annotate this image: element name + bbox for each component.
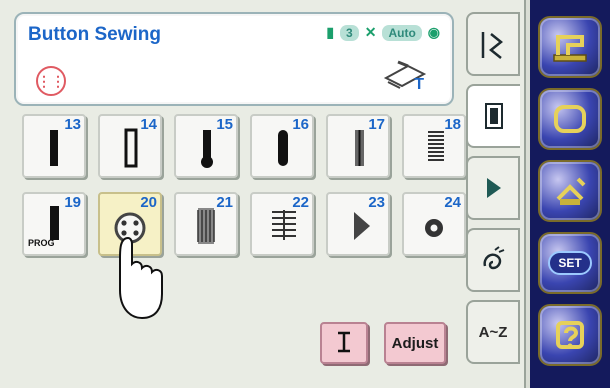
help-button[interactable]	[538, 304, 602, 366]
needle-position-button[interactable]	[320, 322, 368, 364]
status-pill-text: 3	[346, 25, 353, 40]
adjust-button[interactable]: Adjust	[384, 322, 446, 364]
presser-foot-icon: T	[378, 52, 434, 96]
foot-letter: T	[414, 76, 424, 93]
stitch-button-19[interactable]: 19 PROG	[22, 192, 86, 256]
needle-icon	[338, 331, 350, 353]
prog-label: PROG	[28, 238, 55, 248]
presser-foot-svg	[383, 60, 427, 89]
bartack-icon	[428, 131, 444, 161]
tension-x-icon: ✕	[364, 24, 377, 40]
stitch-button-13[interactable]: 13	[22, 114, 86, 178]
bobbin-icon: ◉	[427, 24, 440, 40]
help-icon	[556, 321, 584, 349]
stitch-button-21[interactable]: 21	[174, 192, 238, 256]
set-label: SET	[548, 251, 592, 275]
decorative-stitch-icon	[487, 178, 501, 198]
status-row: ▮ 3 ✕ Auto ◉	[326, 24, 440, 41]
eyelet-icon	[425, 219, 443, 237]
stitch-button-14[interactable]: 14	[98, 114, 162, 178]
buttonhole-icon	[124, 128, 138, 168]
tab-character[interactable]	[466, 228, 520, 292]
rounded-buttonhole-icon	[278, 130, 288, 166]
character-stitch-icon	[483, 246, 505, 270]
darning-stitch-icon	[197, 208, 215, 244]
auto-pill-text: Auto	[388, 25, 416, 40]
sewing-mode-button[interactable]	[538, 16, 602, 78]
fagoting-stitch-icon	[272, 210, 296, 240]
embroidery-edit-button[interactable]	[538, 160, 602, 222]
stitch-button-24[interactable]: 24	[402, 192, 466, 256]
auto-pill: Auto	[382, 24, 422, 41]
button-sewing-indicator-icon: ⋮⋮	[36, 66, 66, 96]
embroidery-edit-icon	[556, 177, 586, 205]
keyhole-buttonhole-icon	[201, 130, 213, 168]
info-bar: Button Sewing ▮ 3 ✕ Auto ◉ ⋮⋮ T	[14, 12, 454, 106]
tab-alphabet[interactable]: A~Z	[466, 300, 520, 364]
embroidery-hoop-icon	[554, 105, 586, 133]
embroidery-mode-button[interactable]	[538, 88, 602, 150]
stitch-button-17[interactable]: 17	[326, 114, 390, 178]
page-title: Button Sewing	[28, 24, 161, 45]
stitch-button-16[interactable]: 16	[250, 114, 314, 178]
triangle-stitch-icon	[354, 212, 370, 240]
stitch-button-22[interactable]: 22	[250, 192, 314, 256]
straight-buttonhole-icon	[355, 130, 364, 166]
adjust-label: Adjust	[391, 334, 439, 352]
auto-buttonhole-icon	[50, 206, 59, 240]
stitch-button-15[interactable]: 15	[174, 114, 238, 178]
machine-screen: Button Sewing ▮ 3 ✕ Auto ◉ ⋮⋮ T 13 14 15…	[0, 0, 526, 388]
sewing-machine-icon	[553, 35, 587, 62]
settings-button[interactable]: SET	[538, 232, 602, 294]
stitch-grid: 13 14 15 16 17 18 19 PROG 20 21 22 23 24	[22, 114, 466, 270]
stitch-button-23[interactable]: 23	[326, 192, 390, 256]
alphabet-tab-label: A~Z	[478, 323, 508, 341]
mode-tabs: A~Z	[466, 12, 520, 388]
status-pill: 3	[340, 24, 359, 41]
stitch-button-18[interactable]: 18	[402, 114, 466, 178]
side-panel: SET	[530, 0, 610, 388]
tab-utility-stitches[interactable]	[466, 12, 520, 76]
utility-stitch-icon	[481, 32, 504, 59]
buttonhole-tab-icon	[485, 103, 503, 129]
needle-status-icon: ▮	[326, 24, 335, 40]
buttonhole-icon	[50, 130, 58, 166]
finger-pointer-icon	[119, 236, 163, 320]
tab-decorative[interactable]	[466, 156, 520, 220]
tab-buttonhole[interactable]	[466, 84, 520, 148]
